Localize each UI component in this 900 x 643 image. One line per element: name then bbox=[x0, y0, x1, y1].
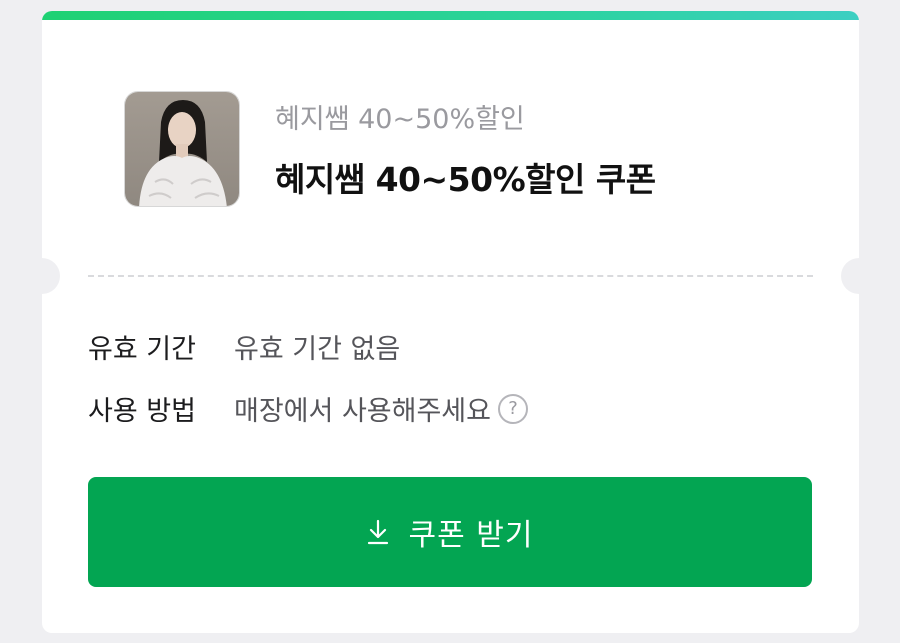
ticket-divider bbox=[88, 275, 813, 277]
coupon-title: 혜지쌤 40~50%할인 쿠폰 bbox=[275, 160, 656, 199]
validity-label: 유효 기간 bbox=[88, 334, 196, 365]
download-icon bbox=[367, 519, 389, 545]
coupon-card: 혜지쌤 40~50%할인 혜지쌤 40~50%할인 쿠폰 유효 기간 유효 기간… bbox=[42, 11, 859, 633]
usage-label: 사용 방법 bbox=[88, 396, 196, 427]
validity-row: 유효 기간 유효 기간 없음 bbox=[88, 327, 400, 366]
coupon-subtitle: 혜지쌤 40~50%할인 bbox=[275, 104, 525, 135]
ticket-notch-left bbox=[42, 258, 60, 294]
get-coupon-label: 쿠폰 받기 bbox=[408, 518, 534, 553]
usage-row: 사용 방법 매장에서 사용해주세요 ? bbox=[88, 389, 528, 428]
help-icon[interactable]: ? bbox=[497, 393, 528, 424]
usage-value: 매장에서 사용해주세요 bbox=[234, 396, 491, 427]
accent-bar bbox=[42, 11, 859, 20]
coupon-thumbnail bbox=[124, 91, 240, 207]
validity-value: 유효 기간 없음 bbox=[234, 334, 401, 365]
ticket-notch-right bbox=[841, 258, 859, 294]
get-coupon-button[interactable]: 쿠폰 받기 bbox=[88, 477, 812, 587]
